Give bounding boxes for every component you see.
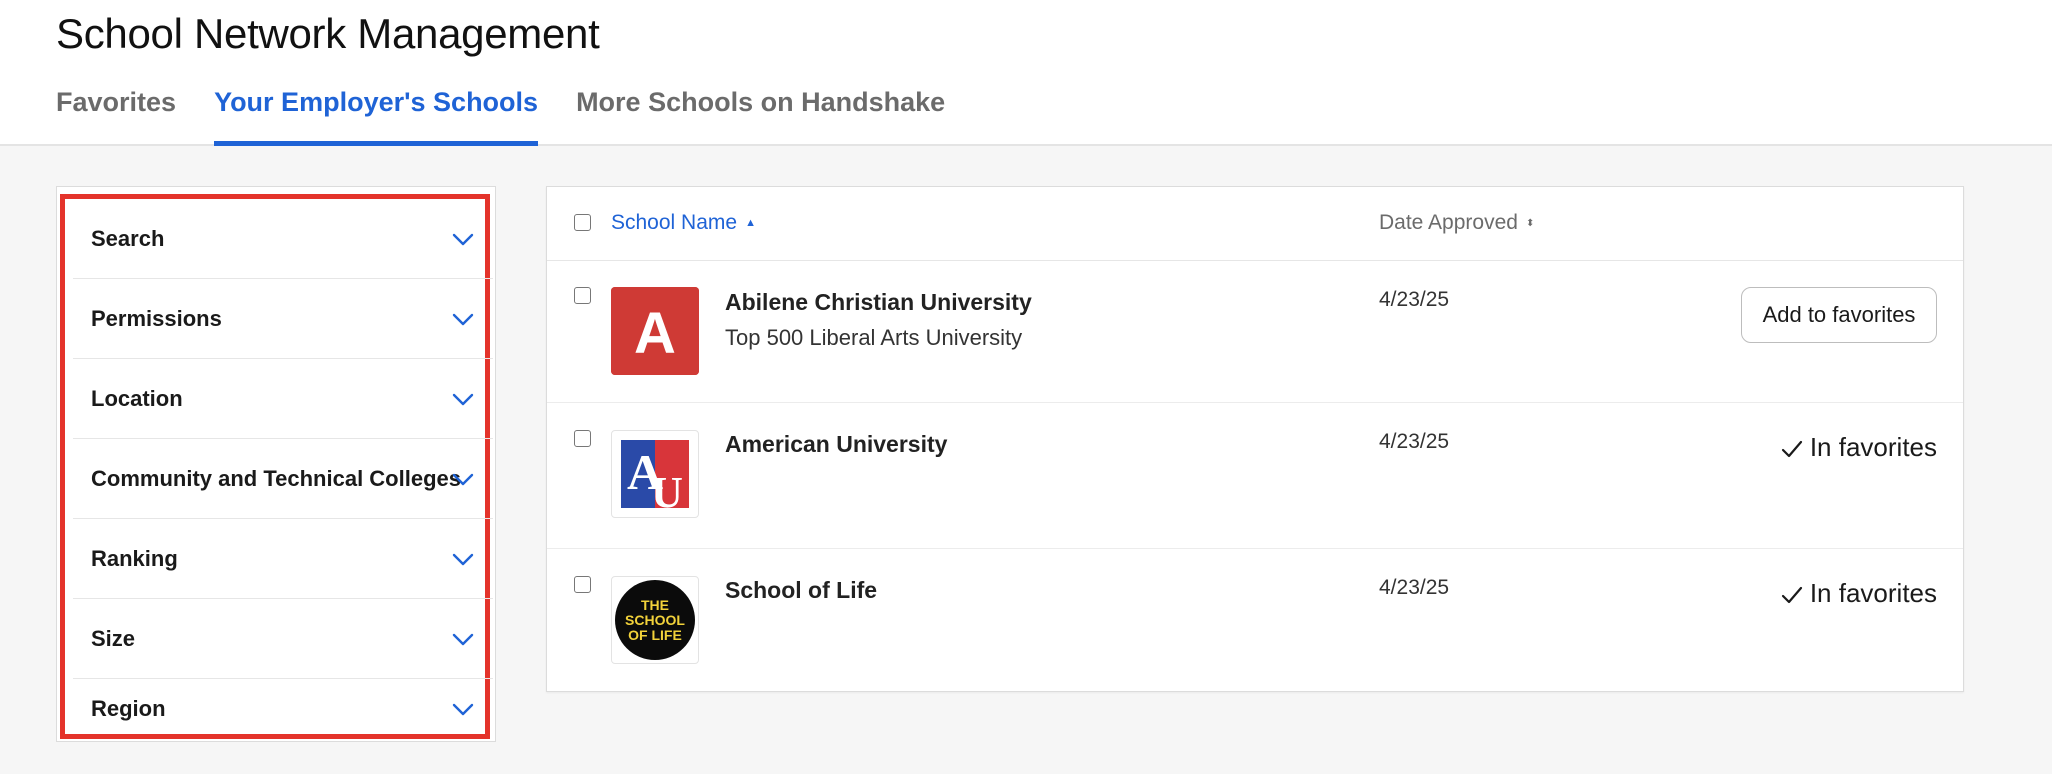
filter-label: Location <box>91 386 183 411</box>
add-to-favorites-button[interactable]: Add to favorites <box>1741 287 1937 343</box>
filter-region[interactable]: Region <box>73 659 493 734</box>
column-header-label: Date Approved <box>1379 211 1518 234</box>
svg-text:A: A <box>634 301 676 366</box>
column-header-school-name[interactable]: School Name ▲ <box>611 211 756 235</box>
chevron-down-icon <box>452 313 474 326</box>
in-favorites-label: In favorites <box>1809 578 1937 608</box>
select-all-checkbox[interactable] <box>574 214 591 231</box>
svg-text:THE: THE <box>641 597 669 613</box>
american-university-logo-icon: A U <box>618 437 692 517</box>
date-approved: 4/23/25 <box>1379 576 1450 599</box>
chevron-down-icon <box>452 633 474 646</box>
chevron-down-icon <box>452 393 474 406</box>
date-approved: 4/23/25 <box>1379 288 1450 311</box>
abilene-logo-icon: A <box>611 287 699 375</box>
filter-label: Region <box>91 696 166 721</box>
row-checkbox[interactable] <box>574 287 591 304</box>
row-checkbox[interactable] <box>574 430 591 447</box>
svg-text:U: U <box>651 468 683 517</box>
page-header: School Network Management Favorites Your… <box>0 0 2052 146</box>
school-logo: A U <box>611 430 699 518</box>
filters-highlight-box: Search Permissions Location Community an… <box>60 194 493 739</box>
svg-text:SCHOOL: SCHOOL <box>625 612 685 628</box>
check-icon <box>1781 587 1802 604</box>
filter-permissions[interactable]: Permissions <box>73 279 493 359</box>
filters-panel: Search Permissions Location Community an… <box>56 186 496 742</box>
in-favorites-status: In favorites <box>1780 432 1937 463</box>
in-favorites-label: In favorites <box>1809 432 1937 462</box>
tab-bar: Favorites Your Employer's Schools More S… <box>56 84 983 146</box>
filter-search[interactable]: Search <box>73 199 493 279</box>
in-favorites-status: In favorites <box>1780 578 1937 609</box>
table-header: School Name ▲ Date Approved ⬍ <box>547 187 1963 261</box>
row-checkbox[interactable] <box>574 576 591 593</box>
school-of-life-logo-icon: THE SCHOOL OF LIFE <box>615 580 695 660</box>
table-row: A Abilene Christian University Top 500 L… <box>547 260 1963 403</box>
tab-your-employers-schools[interactable]: Your Employer's Schools <box>214 84 539 146</box>
school-name[interactable]: Abilene Christian University <box>725 289 1032 316</box>
school-logo: THE SCHOOL OF LIFE <box>611 576 699 664</box>
school-name[interactable]: American University <box>725 431 947 458</box>
tab-more-schools[interactable]: More Schools on Handshake <box>576 84 945 146</box>
chevron-down-icon <box>452 703 474 716</box>
filter-ranking[interactable]: Ranking <box>73 519 493 599</box>
svg-text:OF LIFE: OF LIFE <box>628 627 682 643</box>
chevron-down-icon <box>452 553 474 566</box>
filter-location[interactable]: Location <box>73 359 493 439</box>
chevron-down-icon <box>452 473 474 486</box>
filter-label: Permissions <box>91 306 222 331</box>
school-logo: A <box>611 287 699 375</box>
column-header-label: School Name <box>611 211 738 234</box>
school-subtitle: Top 500 Liberal Arts University <box>725 325 1023 350</box>
sort-ascending-icon: ▲ <box>745 217 756 230</box>
tab-favorites[interactable]: Favorites <box>56 84 176 146</box>
sort-icon: ⬍ <box>1525 217 1534 229</box>
chevron-down-icon <box>452 233 474 246</box>
column-header-date-approved[interactable]: Date Approved ⬍ <box>1379 211 1534 235</box>
filter-label: Ranking <box>91 546 178 571</box>
date-approved: 4/23/25 <box>1379 430 1450 453</box>
check-icon <box>1781 441 1802 458</box>
page-title: School Network Management <box>56 10 600 57</box>
schools-table: School Name ▲ Date Approved ⬍ A Abilene Ch… <box>546 186 1964 692</box>
filter-label: Community and Technical Colleges <box>91 466 461 491</box>
table-row: A U American University 4/23/25 In favor… <box>547 403 1963 549</box>
filter-community-technical-colleges[interactable]: Community and Technical Colleges <box>73 439 493 519</box>
filter-label: Search <box>91 226 165 251</box>
school-name[interactable]: School of Life <box>725 577 877 604</box>
table-row: THE SCHOOL OF LIFE School of Life 4/23/2… <box>547 549 1963 693</box>
